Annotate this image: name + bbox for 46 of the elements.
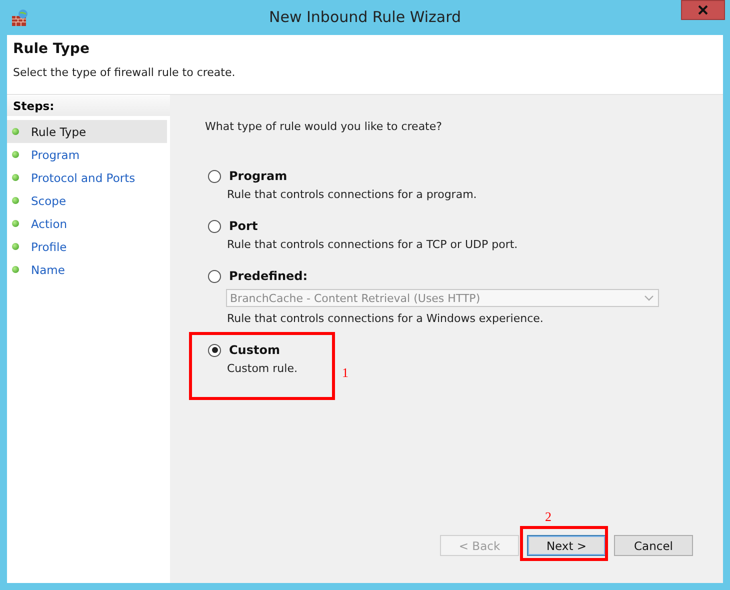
step-status-icon xyxy=(12,220,19,227)
option-description: Custom rule. xyxy=(227,362,298,375)
step-link[interactable]: Name xyxy=(31,262,65,276)
option-label[interactable]: Predefined: xyxy=(229,269,308,283)
close-button[interactable] xyxy=(681,0,725,20)
step-link[interactable]: Rule Type xyxy=(31,124,86,138)
step-status-icon xyxy=(12,197,19,204)
wizard-button[interactable]: Cancel xyxy=(614,535,693,556)
step-link[interactable]: Protocol and Ports xyxy=(31,170,136,184)
step-status-icon xyxy=(12,243,19,250)
step-link[interactable]: Profile xyxy=(31,240,67,254)
step-item[interactable]: Name xyxy=(7,258,167,281)
option-label[interactable]: Custom xyxy=(229,343,280,357)
step-item[interactable]: Profile xyxy=(7,235,167,258)
radio-button[interactable] xyxy=(208,170,221,182)
step-status-icon xyxy=(12,266,19,273)
step-item[interactable]: Action xyxy=(7,212,167,235)
option-label[interactable]: Port xyxy=(229,219,258,233)
steps-heading: Steps: xyxy=(7,96,170,116)
page-subtitle: Select the type of firewall rule to create. xyxy=(13,66,236,79)
option-description: Rule that controls connections for a TCP or UDP port. xyxy=(227,238,518,251)
step-link[interactable]: Scope xyxy=(31,194,66,208)
close-icon xyxy=(698,5,708,15)
option-label[interactable]: Program xyxy=(229,169,288,183)
step-item[interactable]: Rule Type xyxy=(7,120,167,143)
chevron-down-icon xyxy=(644,295,654,301)
step-item[interactable]: Protocol and Ports xyxy=(7,166,167,189)
wizard-button[interactable]: Next > xyxy=(527,535,606,556)
annotation-number: 2 xyxy=(545,509,552,525)
step-status-icon xyxy=(12,151,19,158)
question-text: What type of rule would you like to create? xyxy=(205,120,443,133)
option-description: Rule that controls connections for a Windows experience. xyxy=(227,312,544,325)
radio-button[interactable] xyxy=(208,270,221,282)
step-link[interactable]: Action xyxy=(31,216,68,230)
radio-button[interactable] xyxy=(208,220,221,232)
step-status-icon xyxy=(12,174,19,181)
radio-button[interactable] xyxy=(208,344,221,356)
step-item[interactable]: Scope xyxy=(7,189,167,212)
step-item[interactable]: Program xyxy=(7,143,167,166)
step-status-icon xyxy=(12,128,19,135)
option-description: Rule that controls connections for a program. xyxy=(227,188,477,201)
step-link[interactable]: Program xyxy=(31,148,80,162)
firewall-icon[interactable] xyxy=(10,8,30,28)
window-title: New Inbound Rule Wizard xyxy=(269,8,461,26)
annotation-number: 1 xyxy=(342,365,348,381)
page-title: Rule Type xyxy=(13,41,90,57)
